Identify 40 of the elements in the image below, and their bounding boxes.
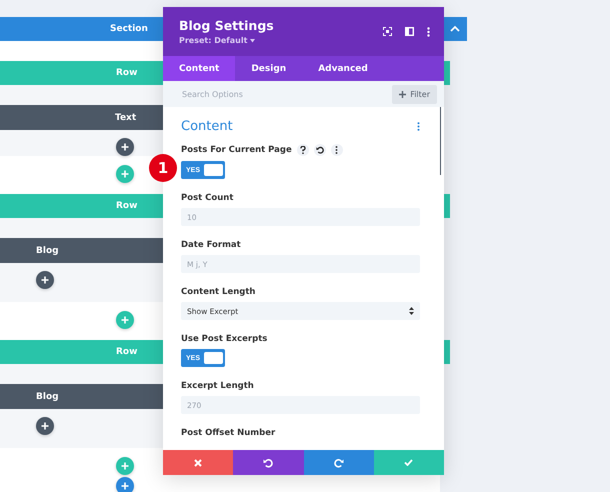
filter-button[interactable]: Filter	[392, 84, 437, 104]
field-label: Posts For Current Page	[181, 145, 292, 155]
plus-icon	[41, 422, 49, 430]
group-title: Content	[181, 119, 233, 134]
add-button[interactable]	[36, 271, 54, 289]
plus-icon	[399, 90, 406, 98]
plus-icon	[41, 276, 49, 284]
add-button[interactable]	[116, 138, 134, 156]
field-label: Post Offset Number	[181, 428, 276, 438]
search-field[interactable]: Search Options	[180, 88, 334, 100]
help-icon[interactable]	[296, 144, 309, 156]
field-label: Use Post Excerpts	[181, 334, 268, 344]
field-label: Content Length	[181, 287, 256, 297]
split-view-icon[interactable]	[405, 27, 414, 36]
plus-icon	[121, 482, 129, 490]
sort-arrows-icon	[409, 307, 414, 315]
plus-icon	[121, 143, 129, 151]
tab[interactable]: Design	[235, 56, 302, 81]
tab[interactable]: Advanced	[302, 56, 384, 81]
preset-dropdown[interactable]: Preset: Default	[179, 36, 274, 45]
plus-icon	[121, 462, 129, 470]
modal-title: Blog Settings	[179, 18, 274, 33]
tab[interactable]: Content	[163, 56, 236, 81]
add-button[interactable]	[36, 417, 54, 435]
field-label: Date Format	[181, 240, 241, 250]
redo-icon	[334, 458, 344, 468]
reset-icon[interactable]	[314, 144, 326, 156]
close-icon	[194, 458, 202, 466]
chevron-up-icon[interactable]	[450, 24, 460, 34]
field-label: Excerpt Length	[181, 381, 254, 391]
undo-button[interactable]	[233, 450, 304, 475]
undo-icon	[263, 458, 274, 468]
more-icon[interactable]	[417, 122, 420, 131]
check-icon	[404, 459, 414, 466]
more-icon[interactable]	[427, 26, 430, 36]
field-label: Post Count	[181, 193, 234, 203]
plus-icon	[121, 316, 129, 324]
more-icon[interactable]	[330, 144, 343, 156]
expand-icon[interactable]	[383, 27, 392, 36]
plus-icon	[121, 170, 129, 178]
